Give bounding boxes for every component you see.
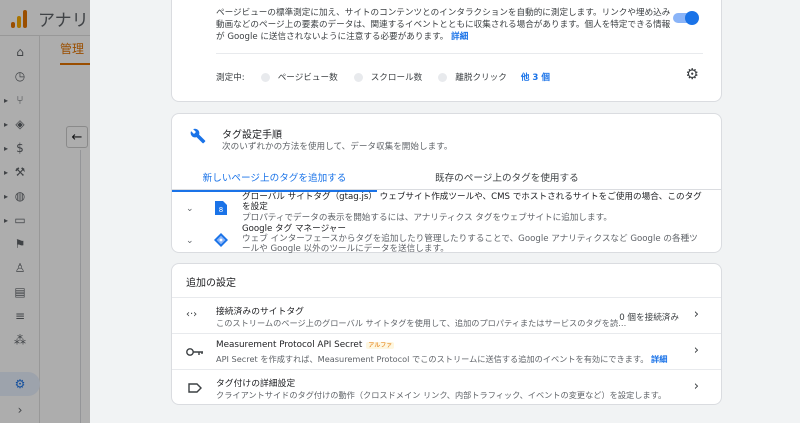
web-stream-details-panel: ページビューの標準測定に加え、サイトのコンテンツとのインタラクションを自動的に測… [90, 0, 800, 423]
metric-pageviews: ページビュー数 [260, 71, 338, 83]
tagging-settings-description: クライアントサイドのタグ付けの動作（クロスドメイン リンク、内部トラフィック、イ… [216, 390, 667, 400]
measurement-protocol-row[interactable]: Measurement Protocol API Secret アルファ API … [172, 333, 721, 369]
key-icon [186, 348, 203, 356]
chevron-right-icon[interactable]: › [694, 343, 699, 358]
gtag-title: グローバル サイトタグ（gtag.js） ウェブサイト作成ツールや、CMS でホ… [242, 192, 702, 212]
chevron-down-icon[interactable]: ⌄ [186, 236, 194, 246]
chevron-right-icon[interactable]: › [694, 307, 699, 322]
option-gtag[interactable]: ⌄ 8 グローバル サイトタグ（gtag.js） ウェブサイト作成ツールや、CM… [172, 192, 721, 224]
tagging-title: タグ設定手順 [222, 130, 282, 141]
chevron-right-icon[interactable]: › [694, 379, 699, 394]
tag-manager-title: Google タグ マネージャー [242, 224, 346, 234]
pageview-icon [260, 72, 270, 82]
measurement-protocol-description: API Secret を作成すれば、Measurement Protocol で… [216, 354, 668, 364]
details-link[interactable]: 詳細 [651, 354, 667, 364]
connected-site-tags-description: このストリームのページ上のグローバル サイトタグを使用して、追加のプロパティまた… [216, 318, 627, 328]
settings-gear-icon[interactable]: ⚙ [686, 65, 699, 83]
divider [216, 53, 703, 54]
gtag-file-icon: 8 [215, 201, 227, 215]
option-tag-manager[interactable]: ⌄ Google タグ マネージャー ウェブ インターフェースからタグを追加した… [172, 224, 721, 254]
gtag-description: プロパティでデータの表示を開始するには、アナリティクス タグをウェブサイトに追加… [242, 213, 612, 223]
tagging-subtitle: 次のいずれかの方法を使用して、データ収集を開始します。 [222, 142, 453, 152]
chevron-down-icon[interactable]: ⌄ [186, 204, 194, 214]
tagging-settings-title: タグ付けの詳細設定 [216, 379, 296, 389]
wrench-icon [190, 128, 206, 144]
tagging-tabs: 新しいページ上のタグを追加する 既存のページ上のタグを使用する [172, 166, 721, 192]
metric-outbound-clicks: 離脱クリック [438, 71, 507, 83]
connected-count: 0 個を接続済み [619, 313, 679, 323]
connected-site-tags-title: 接続済みのサイトタグ [216, 307, 304, 317]
additional-settings-header: 追加の設定 [186, 278, 236, 289]
measurement-protocol-title: Measurement Protocol API Secret アルファ [216, 340, 395, 350]
svg-text:8: 8 [219, 206, 223, 214]
tag-manager-description: ウェブ インターフェースからタグを追加したり管理したりすることで、Google … [242, 234, 698, 254]
measuring-row: 測定中: ページビュー数 スクロール数 離脱クリック 他 3 個 [216, 71, 550, 83]
tab-add-new-tag[interactable]: 新しいページ上のタグを追加する [172, 170, 377, 192]
click-icon [438, 72, 448, 82]
enhanced-measurement-card: ページビューの標準測定に加え、サイトのコンテンツとのインタラクションを自動的に測… [171, 0, 722, 102]
additional-settings-card: 追加の設定 ‹·› 接続済みのサイトタグ このストリームのページ上のグローバル … [171, 263, 722, 405]
scroll-icon [353, 72, 363, 82]
enhanced-measurement-description: ページビューの標準測定に加え、サイトのコンテンツとのインタラクションを自動的に測… [216, 8, 671, 42]
measuring-label: 測定中: [216, 73, 245, 83]
details-link[interactable]: 詳細 [451, 32, 468, 42]
label-icon [188, 383, 202, 393]
tab-use-existing-tag[interactable]: 既存のページ上のタグを使用する [435, 170, 579, 190]
metric-scrolls: スクロール数 [353, 71, 422, 83]
tagging-instructions-card: タグ設定手順 次のいずれかの方法を使用して、データ収集を開始します。 新しいペー… [171, 113, 722, 254]
alpha-badge: アルファ [366, 342, 395, 349]
more-metrics-link[interactable]: 他 3 個 [521, 71, 550, 83]
enhanced-measurement-toggle[interactable] [673, 11, 699, 25]
code-icon: ‹·› [186, 309, 198, 320]
tag-manager-icon [214, 233, 228, 247]
tagging-settings-row[interactable]: タグ付けの詳細設定 クライアントサイドのタグ付けの動作（クロスドメイン リンク、… [172, 369, 721, 405]
connected-site-tags-row[interactable]: ‹·› 接続済みのサイトタグ このストリームのページ上のグローバル サイトタグを… [172, 297, 721, 333]
